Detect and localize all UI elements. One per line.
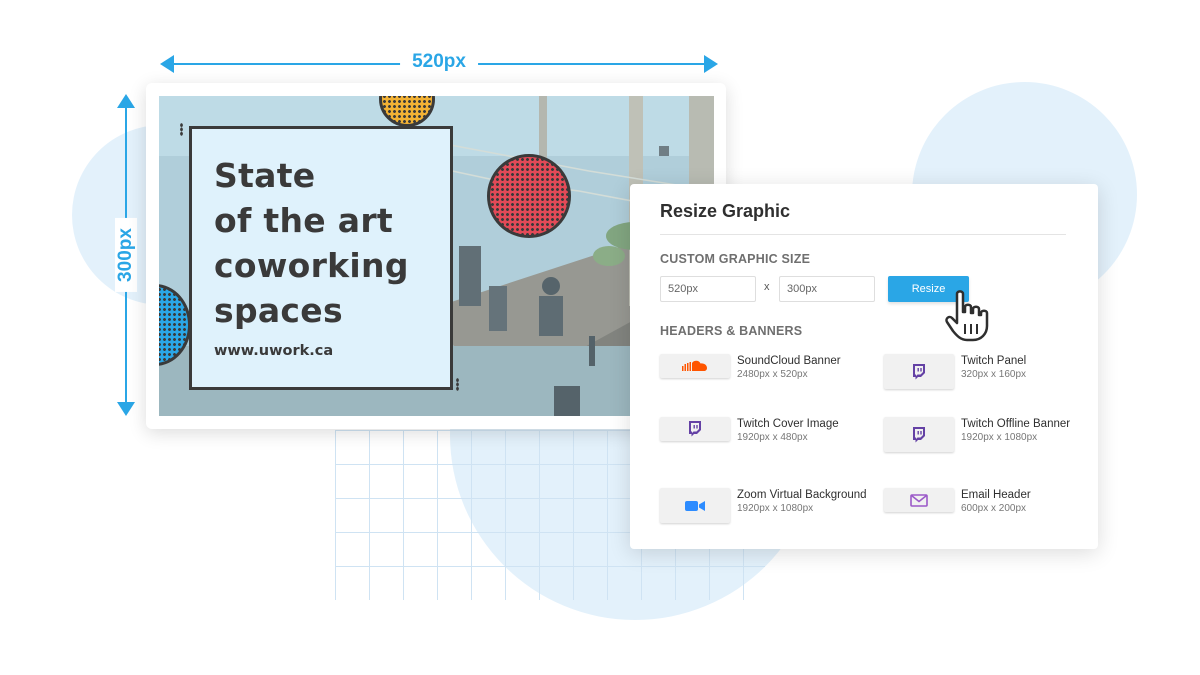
headline-line-1: State (214, 156, 316, 195)
preset-name: Twitch Offline Banner (961, 418, 1071, 430)
headline-box[interactable]: State of the art coworking spaces www.uw… (189, 126, 453, 390)
preset-thumbnail (884, 488, 954, 512)
preset-name: Email Header (961, 489, 1031, 501)
preset-thumbnail (660, 488, 730, 523)
custom-size-label: CUSTOM GRAPHIC SIZE (660, 252, 811, 266)
times-separator: x (764, 281, 770, 293)
twitch-icon (689, 421, 701, 437)
email-icon (910, 493, 928, 507)
headline-line-4: spaces (214, 291, 343, 330)
headline-line-3: coworking (214, 246, 409, 285)
height-dimension-arrow: 300px (114, 94, 138, 416)
headline-text: State of the art coworking spaces (214, 153, 450, 333)
hand-pointer-icon (945, 290, 989, 342)
preset-name: Twitch Cover Image (737, 418, 839, 430)
zoom-video-icon (685, 500, 705, 511)
preset-zoom-virtual-background[interactable]: Zoom Virtual Background 1920px x 1080px (660, 488, 867, 528)
preset-twitch-panel[interactable]: Twitch Panel 320px x 160px (884, 354, 1089, 394)
height-input[interactable] (779, 276, 875, 302)
panel-divider (660, 234, 1066, 235)
preset-thumbnail (660, 417, 730, 441)
preset-email-header[interactable]: Email Header 600px x 200px (884, 488, 1089, 528)
width-dimension-arrow: 520px (160, 51, 718, 76)
preset-name: Zoom Virtual Background (737, 489, 867, 501)
preset-dimensions: 600px x 200px (961, 503, 1027, 514)
preset-thumbnail (884, 417, 954, 452)
red-dot-circle (487, 154, 571, 238)
preset-name: Twitch Panel (961, 355, 1027, 367)
preset-dimensions: 320px x 160px (961, 369, 1027, 380)
preset-dimensions: 1920px x 1080px (961, 432, 1038, 443)
arrow-right-icon (704, 55, 718, 73)
preset-name: SoundCloud Banner (737, 355, 841, 367)
website-url: www.uwork.ca (214, 343, 334, 359)
arrow-up-icon (117, 94, 135, 108)
preset-dimensions: 1920px x 1080px (737, 503, 814, 514)
height-dimension-label: 300px (115, 218, 137, 292)
panel-title: Resize Graphic (660, 201, 791, 221)
arrow-left-icon (160, 55, 174, 73)
width-dimension-label: 520px (400, 51, 478, 73)
preset-twitch-offline-banner[interactable]: Twitch Offline Banner 1920px x 1080px (884, 417, 1089, 457)
soundcloud-icon (682, 360, 707, 371)
preset-twitch-cover-image[interactable]: Twitch Cover Image 1920px x 480px (660, 417, 865, 457)
width-input[interactable] (660, 276, 756, 302)
headers-banners-label: HEADERS & BANNERS (660, 324, 803, 338)
drag-handle-icon[interactable] (180, 123, 183, 136)
preset-dimensions: 2480px x 520px (737, 369, 808, 380)
preset-dimensions: 1920px x 480px (737, 432, 808, 443)
preset-thumbnail (660, 354, 730, 378)
arrow-down-icon (117, 402, 135, 416)
resize-graphic-panel: Resize Graphic CUSTOM GRAPHIC SIZE x Res… (630, 184, 1098, 549)
twitch-icon (913, 363, 925, 379)
twitch-icon (913, 426, 925, 442)
preset-thumbnail (884, 354, 954, 389)
drag-handle-icon[interactable] (456, 378, 459, 391)
headline-line-2: of the art (214, 201, 393, 240)
preset-soundcloud-banner[interactable]: SoundCloud Banner 2480px x 520px (660, 354, 865, 394)
